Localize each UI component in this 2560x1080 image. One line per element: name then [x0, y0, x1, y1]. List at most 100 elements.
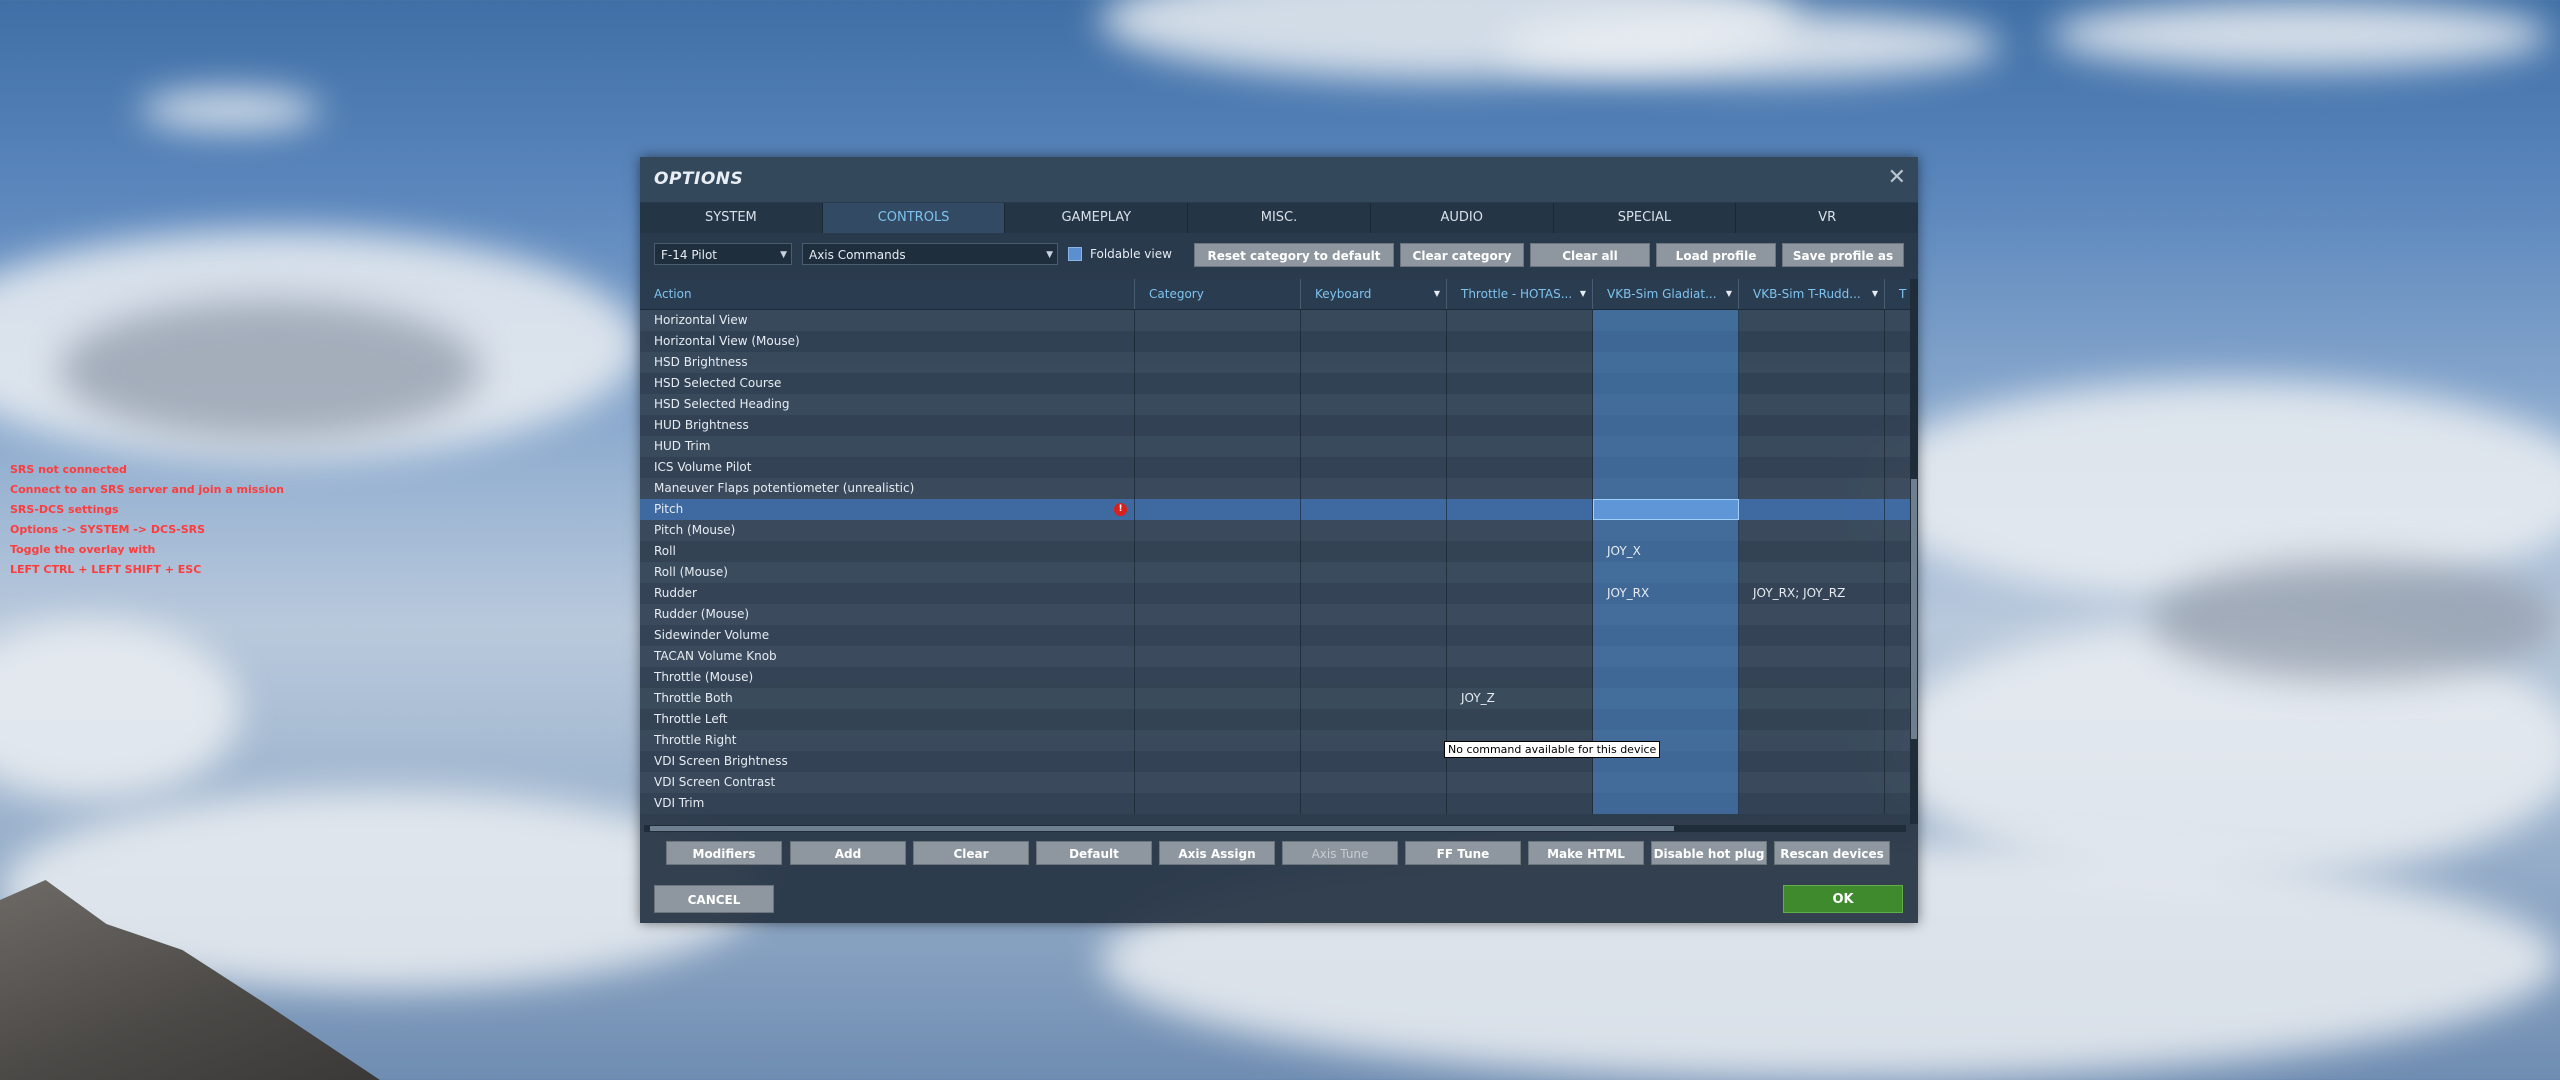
table-row[interactable]: Sidewinder Volume	[640, 625, 1910, 646]
extra-cell[interactable]	[1885, 520, 1910, 541]
table-row[interactable]: VDI Screen Brightness	[640, 751, 1910, 772]
chevron-down-icon[interactable]: ▼	[1580, 279, 1586, 309]
extra-cell[interactable]	[1885, 541, 1910, 562]
keyboard-cell[interactable]	[1301, 625, 1447, 646]
keyboard-cell[interactable]	[1301, 310, 1447, 331]
table-row[interactable]: Throttle Right	[640, 730, 1910, 751]
keyboard-cell[interactable]	[1301, 352, 1447, 373]
vkb-gladiator-cell[interactable]	[1593, 373, 1739, 394]
action-cell[interactable]: Sidewinder Volume	[640, 625, 1135, 646]
vkb-trudder-cell[interactable]	[1739, 310, 1885, 331]
throttle-cell[interactable]	[1447, 583, 1593, 604]
tab-audio[interactable]: AUDIO	[1371, 203, 1554, 233]
table-row[interactable]: Rudder JOY_RX JOY_RX; JOY_RZ	[640, 583, 1910, 604]
throttle-cell[interactable]	[1447, 499, 1593, 520]
category-cell[interactable]	[1135, 688, 1301, 709]
action-cell[interactable]: HSD Selected Course	[640, 373, 1135, 394]
reset-category-button[interactable]: Reset category to default	[1194, 243, 1394, 267]
table-row[interactable]: Throttle Left	[640, 709, 1910, 730]
column-vkb-trudder[interactable]: VKB-Sim T-Rudd... ▼	[1739, 279, 1885, 309]
vkb-trudder-cell[interactable]	[1739, 352, 1885, 373]
keyboard-cell[interactable]	[1301, 415, 1447, 436]
extra-cell[interactable]	[1885, 562, 1910, 583]
throttle-cell[interactable]	[1447, 457, 1593, 478]
keyboard-cell[interactable]	[1301, 709, 1447, 730]
table-row[interactable]: TACAN Volume Knob	[640, 646, 1910, 667]
action-cell[interactable]: HUD Brightness	[640, 415, 1135, 436]
action-cell[interactable]: Pitch	[640, 499, 1135, 520]
tab-misc[interactable]: MISC.	[1188, 203, 1371, 233]
action-cell[interactable]: Horizontal View	[640, 310, 1135, 331]
default-button[interactable]: Default	[1036, 841, 1152, 865]
table-row[interactable]: Pitch (Mouse)	[640, 520, 1910, 541]
category-cell[interactable]	[1135, 436, 1301, 457]
add-button[interactable]: Add	[790, 841, 906, 865]
vkb-trudder-cell[interactable]	[1739, 541, 1885, 562]
action-cell[interactable]: VDI Screen Brightness	[640, 751, 1135, 772]
extra-cell[interactable]	[1885, 793, 1910, 814]
category-cell[interactable]	[1135, 373, 1301, 394]
keyboard-cell[interactable]	[1301, 394, 1447, 415]
keyboard-cell[interactable]	[1301, 436, 1447, 457]
throttle-cell[interactable]	[1447, 394, 1593, 415]
vkb-gladiator-cell[interactable]	[1593, 625, 1739, 646]
save-profile-as-button[interactable]: Save profile as	[1782, 243, 1904, 267]
keyboard-cell[interactable]	[1301, 562, 1447, 583]
vkb-trudder-cell[interactable]	[1739, 415, 1885, 436]
action-cell[interactable]: HSD Brightness	[640, 352, 1135, 373]
vkb-trudder-cell[interactable]	[1739, 604, 1885, 625]
scroll-thumb[interactable]	[650, 826, 1674, 831]
throttle-cell[interactable]	[1447, 520, 1593, 541]
category-cell[interactable]	[1135, 310, 1301, 331]
throttle-cell[interactable]	[1447, 667, 1593, 688]
extra-cell[interactable]	[1885, 772, 1910, 793]
vkb-gladiator-cell[interactable]	[1593, 688, 1739, 709]
keyboard-cell[interactable]	[1301, 772, 1447, 793]
action-cell[interactable]: Throttle Both	[640, 688, 1135, 709]
category-cell[interactable]	[1135, 331, 1301, 352]
action-cell[interactable]: Horizontal View (Mouse)	[640, 331, 1135, 352]
vkb-gladiator-cell[interactable]	[1593, 310, 1739, 331]
tab-controls[interactable]: CONTROLS	[822, 203, 1006, 233]
vkb-trudder-cell[interactable]	[1739, 709, 1885, 730]
category-cell[interactable]	[1135, 478, 1301, 499]
category-cell[interactable]	[1135, 793, 1301, 814]
action-cell[interactable]: HUD Trim	[640, 436, 1135, 457]
keyboard-cell[interactable]	[1301, 730, 1447, 751]
keyboard-cell[interactable]	[1301, 751, 1447, 772]
clear-category-button[interactable]: Clear category	[1400, 243, 1524, 267]
axis-assign-button[interactable]: Axis Assign	[1159, 841, 1275, 865]
throttle-cell[interactable]	[1447, 478, 1593, 499]
vkb-trudder-cell[interactable]	[1739, 751, 1885, 772]
keyboard-cell[interactable]	[1301, 373, 1447, 394]
keyboard-cell[interactable]	[1301, 793, 1447, 814]
load-profile-button[interactable]: Load profile	[1656, 243, 1776, 267]
action-cell[interactable]: Rudder (Mouse)	[640, 604, 1135, 625]
table-row[interactable]: HUD Trim	[640, 436, 1910, 457]
keyboard-cell[interactable]	[1301, 541, 1447, 562]
column-keyboard[interactable]: Keyboard ▼	[1301, 279, 1447, 309]
extra-cell[interactable]	[1885, 688, 1910, 709]
category-cell[interactable]	[1135, 667, 1301, 688]
extra-cell[interactable]	[1885, 373, 1910, 394]
extra-cell[interactable]	[1885, 709, 1910, 730]
disable-hot-plug-button[interactable]: Disable hot plug	[1651, 841, 1767, 865]
throttle-cell[interactable]	[1447, 310, 1593, 331]
foldable-view-checkbox[interactable]	[1068, 247, 1082, 261]
ff-tune-button[interactable]: FF Tune	[1405, 841, 1521, 865]
extra-cell[interactable]	[1885, 457, 1910, 478]
action-cell[interactable]: VDI Screen Contrast	[640, 772, 1135, 793]
keyboard-cell[interactable]	[1301, 604, 1447, 625]
category-cell[interactable]	[1135, 772, 1301, 793]
vkb-trudder-cell[interactable]	[1739, 394, 1885, 415]
cancel-button[interactable]: CANCEL	[654, 885, 774, 913]
table-row[interactable]: Maneuver Flaps potentiometer (unrealisti…	[640, 478, 1910, 499]
vkb-gladiator-cell[interactable]	[1593, 562, 1739, 583]
category-cell[interactable]	[1135, 646, 1301, 667]
table-row[interactable]: VDI Trim	[640, 793, 1910, 814]
keyboard-cell[interactable]	[1301, 331, 1447, 352]
tab-vr[interactable]: VR	[1736, 203, 1918, 233]
action-cell[interactable]: Roll (Mouse)	[640, 562, 1135, 583]
table-row[interactable]: HUD Brightness	[640, 415, 1910, 436]
vkb-gladiator-cell[interactable]	[1593, 331, 1739, 352]
